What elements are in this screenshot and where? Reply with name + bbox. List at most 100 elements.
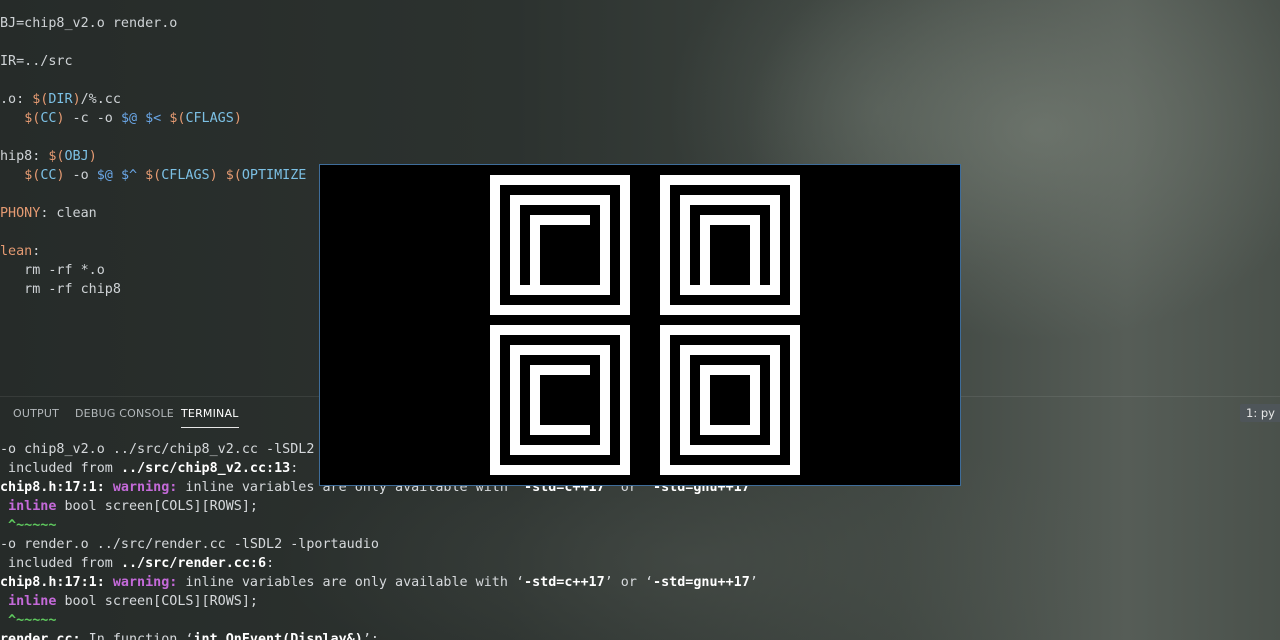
code-line-token: ) xyxy=(88,149,97,164)
code-line-token: $( xyxy=(32,92,49,107)
glyph-8-pixels xyxy=(770,195,780,295)
glyph-8-pixels xyxy=(680,195,690,295)
terminal-line-token: inline variables are only available with… xyxy=(177,575,525,590)
terminal-line-token xyxy=(0,499,8,514)
terminal-line-token xyxy=(0,594,8,609)
code-line-token: $( xyxy=(145,168,162,183)
terminal-line-token: bool screen[COLS][ROWS]; xyxy=(56,594,258,609)
code-line-token: $< xyxy=(145,111,162,126)
code-line-token xyxy=(137,168,145,183)
code-line-token: -c -o xyxy=(64,111,121,126)
code-line-token: ) xyxy=(209,168,218,183)
terminal-selector-dropdown[interactable]: 1: py xyxy=(1240,404,1280,422)
code-line-token: $^ xyxy=(120,168,138,183)
terminal-line-token: -o chip8_v2.o ../src/chip8_v2.cc -lSDL2 … xyxy=(0,442,331,457)
code-line-token xyxy=(218,168,226,183)
code-line-token: lean xyxy=(0,244,33,259)
code-line-token: PHONY xyxy=(0,206,41,221)
glyph-8-pixels xyxy=(790,175,800,315)
code-line-token: ) xyxy=(56,111,65,126)
chip8-display xyxy=(490,175,800,475)
terminal-line: included from ../src/render.cc:6: xyxy=(0,554,1280,573)
glyph-c-pixels xyxy=(510,345,520,455)
code-line-token: -o xyxy=(64,168,97,183)
glyph-c-pixels xyxy=(600,195,610,295)
code-line-token: CC xyxy=(40,111,57,126)
glyph-8-pixels xyxy=(750,215,760,295)
terminal-line-token: -std=gnu++17 xyxy=(653,575,750,590)
code-line-token: ) xyxy=(233,111,242,126)
terminal-line-token: ../src/render.cc:6 xyxy=(120,556,267,571)
glyph-c-pixels xyxy=(530,215,540,295)
terminal-line-token: bool screen[COLS][ROWS]; xyxy=(56,499,258,514)
terminal-line-token: -o render.o ../src/render.cc -lSDL2 -lpo… xyxy=(0,537,379,552)
glyph-8-pixels xyxy=(770,345,780,455)
code-line-token: : xyxy=(32,244,41,259)
terminal-line-token: chip8.h:17:1: xyxy=(0,575,113,590)
glyph-c-pixels xyxy=(490,325,630,335)
glyph-8-pixels xyxy=(660,175,800,185)
code-line-token: : clean xyxy=(40,206,97,221)
glyph-8-pixels xyxy=(750,365,760,435)
code-line-token: $( xyxy=(24,111,41,126)
code-line-token: .o: xyxy=(0,92,33,107)
code-line-token: $@ xyxy=(96,168,113,183)
code-line-token: IR=../src xyxy=(0,54,73,69)
chip8-emulator-window[interactable] xyxy=(319,164,961,486)
code-line-token: OBJ xyxy=(64,149,89,164)
code-line-token: $( xyxy=(225,168,242,183)
terminal-line: inline bool screen[COLS][ROWS]; xyxy=(0,497,1280,516)
code-line: $(CC) -c -o $@ $< $(CFLAGS) xyxy=(0,109,1280,128)
glyph-8-pixels xyxy=(680,345,690,455)
terminal-line-token: ’ or ‘ xyxy=(604,575,654,590)
code-line-token: $( xyxy=(48,149,65,164)
code-line-token xyxy=(0,111,24,126)
glyph-c-pixels xyxy=(620,175,630,315)
tab-terminal[interactable]: TERMINAL xyxy=(181,407,239,428)
code-line-token: DIR xyxy=(48,92,73,107)
glyph-c-pixels xyxy=(510,445,610,455)
terminal-line-token: ^~~~~~ xyxy=(0,613,57,628)
terminal-line-token: : xyxy=(266,556,275,571)
glyph-c-pixels xyxy=(510,195,520,295)
terminal-line-token: ’ xyxy=(749,575,758,590)
glyph-8-pixels xyxy=(660,325,800,335)
terminal-line-token: ’: xyxy=(362,632,379,640)
terminal-line-token: ../src/chip8_v2.cc:13 xyxy=(120,461,291,476)
code-line-token: OPTIMIZE xyxy=(241,168,307,183)
terminal-line-token: included from xyxy=(0,556,121,571)
terminal-line-token: : xyxy=(290,461,299,476)
glyph-c-pixels xyxy=(510,195,610,205)
code-line: BJ=chip8_v2.o render.o xyxy=(0,14,1280,33)
glyph-8-pixels xyxy=(700,365,710,435)
terminal-line-token: warning: xyxy=(112,480,178,495)
code-line-token xyxy=(0,168,24,183)
glyph-c-pixels xyxy=(490,175,630,185)
terminal-line-token: inline xyxy=(8,499,57,514)
glyph-c-pixels xyxy=(490,175,500,315)
terminal-line-token: inline xyxy=(8,594,57,609)
terminal-line-token: -std=c++17 xyxy=(524,575,605,590)
glyph-8-pixels xyxy=(680,195,780,205)
code-line-token xyxy=(113,168,121,183)
glyph-8-pixels xyxy=(660,305,800,315)
terminal-line: chip8.h:17:1: warning: inline variables … xyxy=(0,573,1280,592)
code-line-token: BJ=chip8_v2.o render.o xyxy=(0,16,178,31)
terminal-line: ^~~~~~ xyxy=(0,611,1280,630)
glyph-c-pixels xyxy=(600,345,610,455)
glyph-8-pixels xyxy=(660,175,670,315)
tab-output[interactable]: OUTPUT xyxy=(13,407,59,420)
code-line-token: CFLAGS xyxy=(161,168,210,183)
terminal-line-token: ^~~~~~ xyxy=(0,518,57,533)
glyph-c-pixels xyxy=(490,465,630,475)
code-line: IR=../src xyxy=(0,52,1280,71)
tab-debug-console[interactable]: DEBUG CONSOLE xyxy=(75,407,174,420)
terminal-line-token: chip8.h:17:1: xyxy=(0,480,113,495)
terminal-line-token: warning: xyxy=(112,575,178,590)
code-line-token: CFLAGS xyxy=(185,111,234,126)
code-line-token: $( xyxy=(169,111,186,126)
code-line: .o: $(DIR)/%.cc xyxy=(0,90,1280,109)
